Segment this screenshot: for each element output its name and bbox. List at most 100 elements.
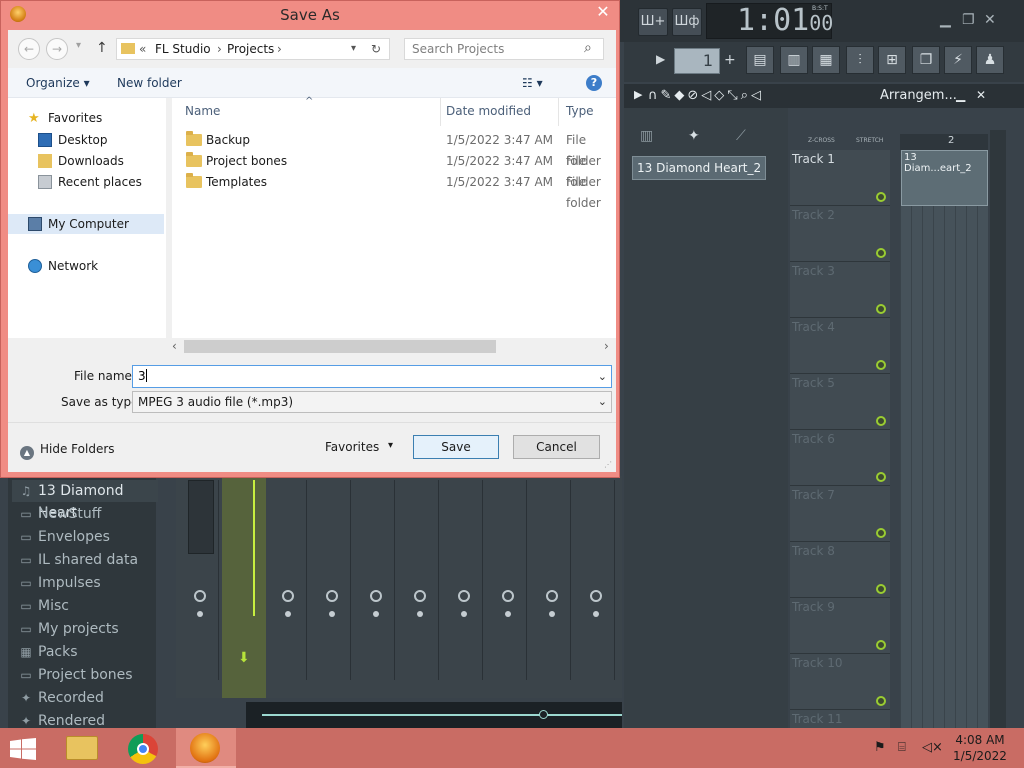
recent-dropdown-icon[interactable]: ▾ bbox=[76, 40, 81, 51]
mixer-send-knob-icon[interactable] bbox=[282, 590, 294, 602]
browser-item[interactable]: ▭ Misc bbox=[12, 595, 158, 617]
route-arrow-icon[interactable]: ⬇ bbox=[238, 650, 250, 666]
mixer-route-dot[interactable] bbox=[593, 611, 599, 617]
column-separator[interactable] bbox=[440, 98, 441, 126]
nav-my-computer[interactable]: My Computer bbox=[8, 214, 164, 234]
help-button[interactable]: ? bbox=[586, 75, 602, 91]
nav-favorites[interactable]: ★ Favorites bbox=[8, 108, 164, 128]
mixer-route-dot[interactable] bbox=[549, 611, 555, 617]
up-button[interactable]: ↑ bbox=[96, 40, 108, 56]
automation-icon[interactable]: ⟋ bbox=[736, 128, 746, 144]
playlist-vertical-scrollbar[interactable] bbox=[990, 130, 1006, 728]
track-header[interactable]: Track 7 bbox=[790, 486, 890, 542]
browser-item[interactable]: ▦ Packs bbox=[12, 641, 158, 663]
mixer-icon[interactable]: ⫶ bbox=[846, 46, 874, 74]
playlist-close-button[interactable]: ✕ bbox=[976, 88, 986, 102]
scrollbar-thumb[interactable] bbox=[184, 340, 496, 353]
browser-item[interactable]: ▭ My projects bbox=[12, 618, 158, 640]
file-name-dropdown-icon[interactable]: ⌄ bbox=[598, 366, 607, 387]
save-button[interactable]: Save bbox=[413, 435, 499, 459]
cancel-button[interactable]: Cancel bbox=[513, 435, 600, 459]
track-header[interactable]: Track 1 bbox=[790, 150, 890, 206]
save-as-type-dropdown-icon[interactable]: ⌄ bbox=[598, 392, 607, 412]
track-header[interactable]: Track 5 bbox=[790, 374, 890, 430]
scroll-right-icon[interactable]: › bbox=[604, 339, 609, 353]
metronome-button[interactable]: Шф bbox=[672, 8, 702, 36]
column-type-header[interactable]: Type bbox=[566, 104, 594, 118]
column-separator[interactable] bbox=[558, 98, 559, 126]
track-enable-led-icon[interactable] bbox=[876, 416, 886, 426]
mixer-send-knob-icon[interactable] bbox=[546, 590, 558, 602]
track-enable-led-icon[interactable] bbox=[876, 248, 886, 258]
track-header[interactable]: Track 10 bbox=[790, 654, 890, 710]
mixer-route-dot[interactable] bbox=[197, 611, 203, 617]
track-header[interactable]: Track 9 bbox=[790, 598, 890, 654]
nav-network[interactable]: Network bbox=[8, 256, 164, 276]
timeline-ruler[interactable]: 2 bbox=[900, 134, 988, 150]
column-date-header[interactable]: Date modified bbox=[446, 104, 531, 118]
organize-button[interactable]: Organize ▾ bbox=[26, 68, 90, 98]
playlist-tools-icons[interactable]: ∩✎◆⊘◁◇⤡⌕◁ bbox=[648, 88, 764, 103]
refresh-icon[interactable]: ↻ bbox=[371, 39, 381, 59]
browser-item[interactable]: ▭ Impulses bbox=[12, 572, 158, 594]
help-icon[interactable]: ♟ bbox=[976, 46, 1004, 74]
resize-grip-icon[interactable]: ⋰ bbox=[604, 460, 612, 469]
piano-icon[interactable]: ▥ bbox=[640, 128, 653, 144]
file-row[interactable]: Backup 1/5/2022 3:47 AM File folder bbox=[172, 130, 616, 168]
file-row[interactable]: Templates 1/5/2022 3:47 AM File folder bbox=[172, 172, 616, 210]
mixer-send-knob-icon[interactable] bbox=[194, 590, 206, 602]
track-enable-led-icon[interactable] bbox=[876, 696, 886, 706]
browser-item[interactable]: ✦ Recorded bbox=[12, 687, 158, 709]
file-row[interactable]: Project bones 1/5/2022 3:47 AM File folder bbox=[172, 151, 616, 189]
track-enable-led-icon[interactable] bbox=[876, 528, 886, 538]
project-icon[interactable]: ❐ bbox=[912, 46, 940, 74]
track-header[interactable]: Track 2 bbox=[790, 206, 890, 262]
hide-folders-button[interactable]: ▲ Hide Folders bbox=[20, 440, 115, 460]
pattern-play-icon[interactable]: ▶ bbox=[656, 52, 665, 66]
favorites-dropdown-label[interactable]: Favorites bbox=[325, 440, 379, 454]
mixer-send-knob-icon[interactable] bbox=[326, 590, 338, 602]
save-as-type-select[interactable]: MPEG 3 audio file (*.mp3) ⌄ bbox=[132, 391, 612, 413]
typing-keyboard-button[interactable]: Ш+ bbox=[638, 8, 668, 36]
audio-wave-icon[interactable]: ✦ bbox=[688, 128, 700, 144]
mixer-route-dot[interactable] bbox=[285, 611, 291, 617]
mixer-route-dot[interactable] bbox=[505, 611, 511, 617]
mixer-send-knob-icon[interactable] bbox=[502, 590, 514, 602]
browser-item[interactable]: ▭ Envelopes bbox=[12, 526, 158, 548]
nav-downloads[interactable]: Downloads bbox=[8, 151, 164, 171]
fl-restore-button[interactable]: ❐ bbox=[962, 12, 975, 28]
playlist-grid[interactable] bbox=[900, 150, 988, 728]
taskbar-file-explorer[interactable] bbox=[52, 728, 112, 768]
playlist-view-icon[interactable]: ▤ bbox=[746, 46, 774, 74]
action-center-flag-icon[interactable]: ⚑ bbox=[874, 740, 886, 755]
file-name-input[interactable]: 3 ⌄ bbox=[132, 365, 612, 388]
track-enable-led-icon[interactable] bbox=[876, 584, 886, 594]
taskbar-fl-studio[interactable] bbox=[176, 728, 236, 768]
track-header[interactable]: Track 6 bbox=[790, 430, 890, 486]
mixer-route-dot[interactable] bbox=[417, 611, 423, 617]
track-header[interactable]: Track 8 bbox=[790, 542, 890, 598]
address-dropdown-icon[interactable]: ▾ bbox=[351, 39, 356, 59]
browser-item[interactable]: ▭ NewStuff bbox=[12, 503, 158, 525]
clock[interactable]: 4:08 AM 1/5/2022 bbox=[950, 732, 1010, 764]
track-enable-led-icon[interactable] bbox=[876, 640, 886, 650]
track-header[interactable]: Track 3 bbox=[790, 262, 890, 318]
track-enable-led-icon[interactable] bbox=[876, 192, 886, 202]
dialog-close-button[interactable]: ✕ bbox=[588, 1, 618, 23]
browser-icon[interactable]: ⊞ bbox=[878, 46, 906, 74]
mixer-route-dot[interactable] bbox=[461, 611, 467, 617]
playlist-arrow-icon[interactable]: ▶ bbox=[634, 88, 642, 101]
mixer-send-knob-icon[interactable] bbox=[458, 590, 470, 602]
track-enable-led-icon[interactable] bbox=[876, 304, 886, 314]
track-enable-led-icon[interactable] bbox=[876, 360, 886, 370]
view-options-button[interactable]: ☷ ▾ bbox=[522, 68, 543, 98]
favorites-dropdown-icon[interactable]: ▾ bbox=[388, 440, 393, 451]
scroll-left-icon[interactable]: ‹ bbox=[172, 339, 177, 353]
mixer-route-dot[interactable] bbox=[373, 611, 379, 617]
nav-desktop[interactable]: Desktop bbox=[8, 130, 164, 150]
track-header[interactable]: Track 4 bbox=[790, 318, 890, 374]
nav-recent-places[interactable]: Recent places bbox=[8, 172, 164, 192]
track-enable-led-icon[interactable] bbox=[876, 472, 886, 482]
network-tray-icon[interactable]: ⌸ bbox=[898, 740, 906, 755]
search-input[interactable]: Search Projects bbox=[404, 38, 604, 60]
